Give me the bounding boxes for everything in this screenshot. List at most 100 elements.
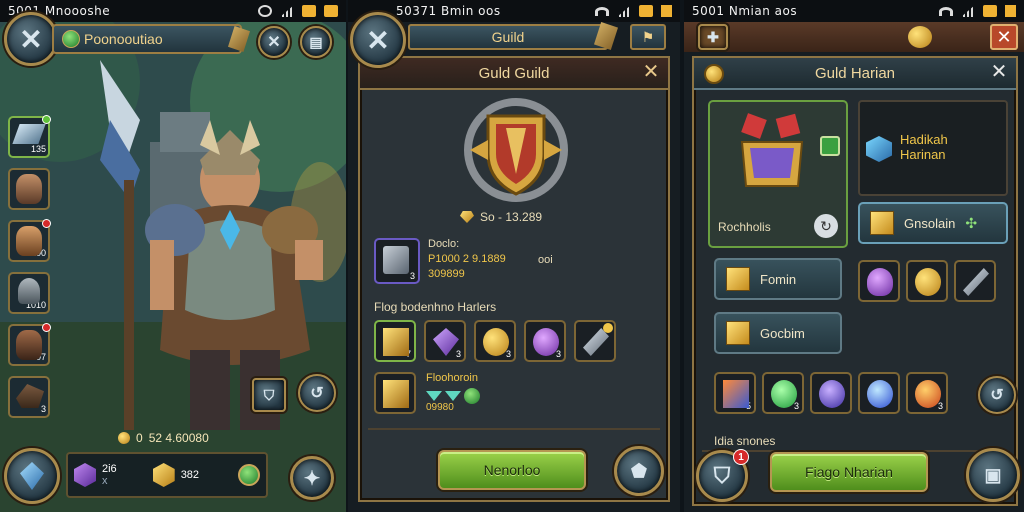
gold-cube-icon [152,463,175,487]
grid-item-crystal[interactable]: 3 [424,320,466,362]
signal-icon [617,5,631,17]
shield-button[interactable]: ⛉ 1 [696,449,749,502]
item-count: 3 [455,349,461,359]
hero-portrait-icon [16,174,42,204]
coin-icon [118,432,130,444]
button-label: Fomin [760,271,797,287]
reward-label: Floohoroin [426,372,478,384]
shield-button[interactable]: ⛉ [252,378,286,412]
item-count: 3 [409,271,415,281]
skill-slot-1[interactable]: 5 [714,372,756,414]
picture-icon: ▣ [984,464,1002,485]
alarm-icon [258,5,272,17]
ice-swirl-icon [867,380,893,408]
side-slot-hero[interactable] [8,168,50,210]
check-badge-icon [820,136,840,156]
skill-slot-5[interactable]: 3 [906,372,948,414]
guild-harian-window: Guld Harian ✕ Rochholis ↻ Hadikah Harina… [692,56,1018,506]
gocbim-button[interactable]: Gocbim [714,312,842,354]
close-icon: ✕ [19,23,43,55]
gold-cube-icon [383,380,409,408]
tab-label: Guild [491,29,525,45]
tab-guild[interactable]: Guild [408,24,608,50]
button-label: Nenorloo [483,462,541,478]
map-button[interactable]: ✦ [290,456,334,500]
shop-item-potion[interactable] [858,260,900,302]
reward-sub: 09980 [426,402,454,413]
sword-icon [963,268,989,296]
chest-card[interactable]: Rochholis ↻ [708,100,848,248]
info-button[interactable]: ⚑ [630,24,666,50]
gallery-button[interactable]: ▣ [966,448,1020,502]
teal-gem-icon [426,391,442,401]
reward-item-chest[interactable] [374,372,416,414]
blue-cube-icon [866,136,892,162]
gold-cube-icon [726,321,750,345]
home-button[interactable] [4,448,60,504]
side-slot-knight[interactable]: 1010 [8,272,50,314]
emblem-button[interactable]: ⬟ [614,446,664,496]
window-title: Guld Harian [814,64,896,82]
green-orb-icon [464,388,480,404]
gold-gem-icon [460,211,474,223]
skill-menu-button[interactable]: ↺ [978,376,1016,414]
close-banner-button[interactable]: ✕ [990,24,1018,50]
skill-button[interactable]: ↺ [298,374,336,412]
skill-slot-3[interactable] [810,372,852,414]
side-slot-beast[interactable]: 3 [8,376,50,418]
fiago-nharian-button[interactable]: Fiago Nharian [770,452,928,492]
grid-item-chest[interactable]: 7 [374,320,416,362]
wifi-icon [939,6,953,16]
side-slot-weapon[interactable]: 135 [8,115,51,158]
back-button[interactable]: ✚ [698,24,728,50]
chest-label: Rochholis [718,220,771,234]
helm-icon: ⬟ [631,460,647,481]
green-orb-icon [771,380,797,408]
shield-icon: ⛉ [263,386,275,403]
cross-icon: ✕ [267,34,281,51]
teal-gem-icon [445,391,461,401]
item-label: Doclo: [428,238,460,250]
guild-gold: So - 13.289 [460,210,542,224]
swirl-icon: ↺ [990,387,1004,404]
player-name: Poonooutiao [84,31,163,47]
close-menu-button[interactable]: ✕ [4,12,58,66]
divider [368,428,660,430]
gold-cube-icon [870,211,894,235]
settings-button[interactable]: ✕ [258,26,290,58]
shop-item-shield[interactable] [906,260,948,302]
guild-window: Guld Guild ✕ So - 13.289 3 Doclo: P1000 … [358,56,670,502]
close-window-button[interactable]: ✕ [988,62,1010,84]
shop-item-sword[interactable] [954,260,996,302]
gold-amount: 0 52 4.60080 [118,428,258,448]
potion-icon [533,328,559,356]
treasure-chest-icon [740,113,804,187]
notification-icon [324,5,338,17]
wifi-icon [595,6,609,16]
green-gem-icon [238,464,260,486]
star-icon: ✦ [303,467,321,490]
close-button[interactable]: ✕ [350,12,406,68]
footer-label: Idia snones [714,434,776,448]
skill-slot-4[interactable] [858,372,900,414]
helmet-icon [18,278,40,304]
guild-action-button[interactable]: Nenorloo [438,450,586,490]
grid-item-coin[interactable]: 3 [474,320,516,362]
close-window-button[interactable]: ✕ [640,62,662,84]
item-slot-armor[interactable]: 3 [374,238,420,284]
fomin-button[interactable]: Fomin [714,258,842,300]
alert-badge [42,323,51,332]
player-name-bar[interactable]: Poonooutiao [52,24,242,54]
side-slot-hero2[interactable]: 100 [8,219,51,262]
side-slot-rogue[interactable]: 2007 [8,323,51,366]
inventory-button[interactable]: ▤ [300,26,332,58]
window-header: Guld Harian ✕ [694,58,1016,90]
grid-item-potion[interactable]: 3 [524,320,566,362]
resource-bar: 2i6 x 382 [66,452,268,498]
hero-character-illustration [100,60,323,430]
skill-slot-2[interactable]: 3 [762,372,804,414]
gold-value: 52 4.60080 [148,431,209,445]
gnsolain-button[interactable]: Gnsolain ✣ [858,202,1008,244]
grid-item-weapon[interactable] [574,320,616,362]
battery-icon [639,5,653,17]
